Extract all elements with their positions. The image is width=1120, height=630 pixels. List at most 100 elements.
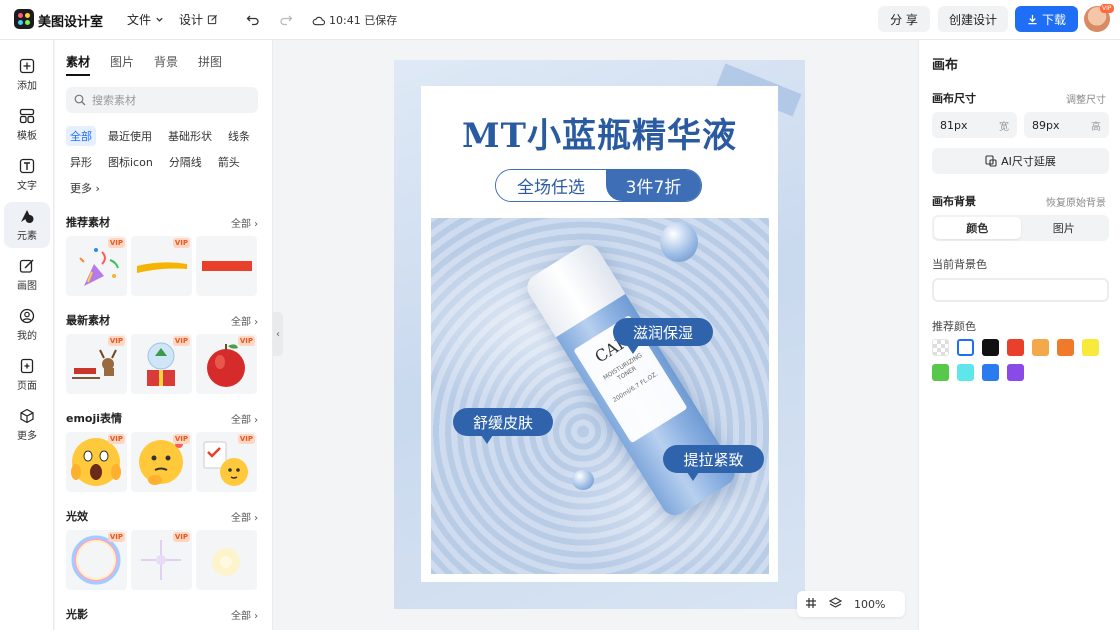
tab-collage[interactable]: 拼图	[198, 53, 222, 76]
section-all-label: 全部	[231, 219, 251, 230]
swatch-cyan[interactable]	[957, 364, 974, 381]
section-title-light-shadow: 光影	[66, 608, 88, 621]
grid-icon[interactable]	[805, 597, 817, 612]
swatch-orange[interactable]	[1057, 339, 1074, 356]
save-status: 10:41 已保存	[312, 12, 397, 28]
resize-link[interactable]: 调整尺寸	[1066, 91, 1106, 106]
material-thumb-red-bar[interactable]	[196, 236, 257, 296]
current-bg-color-swatch[interactable]	[932, 278, 1109, 302]
rail-item-templates[interactable]: 模板	[4, 102, 50, 148]
edit-icon	[207, 14, 218, 25]
section-all-link[interactable]: 全部 ›	[231, 509, 258, 524]
redo-icon[interactable]	[276, 10, 296, 30]
chip-more[interactable]: 更多 ›	[66, 178, 104, 198]
rail-item-mine[interactable]: 我的	[4, 302, 50, 348]
search-placeholder: 搜索素材	[92, 94, 136, 107]
section-all-link[interactable]: 全部 ›	[231, 411, 258, 426]
material-thumb-brush-stroke[interactable]: VIP	[131, 236, 192, 296]
restore-bg-link[interactable]: 恢复原始背景	[1046, 194, 1106, 209]
rail-item-elements[interactable]: 元素	[4, 202, 50, 248]
material-thumb-party-popper[interactable]: VIP	[66, 236, 127, 296]
material-thumb-sparkle[interactable]: VIP	[131, 530, 192, 590]
section-all-link[interactable]: 全部 ›	[231, 607, 258, 622]
rail-item-add[interactable]: 添加	[4, 52, 50, 98]
save-status-text: 10:41 已保存	[329, 14, 398, 27]
zoom-level[interactable]: 100%	[854, 598, 885, 611]
cube-icon	[19, 408, 35, 424]
rail-item-more[interactable]: 更多	[4, 402, 50, 448]
chip-basic-shapes[interactable]: 基础形状	[164, 126, 216, 146]
material-thumb-red-apple[interactable]: VIP	[196, 334, 257, 394]
callout-bubble-moisturize[interactable]: 滋润保湿	[613, 318, 713, 354]
create-design-button[interactable]: 创建设计	[938, 6, 1008, 32]
width-field[interactable]: 81px 宽	[932, 112, 1017, 138]
chip-all[interactable]: 全部	[66, 126, 96, 146]
swatch-light-orange[interactable]	[1032, 339, 1049, 356]
swatch-purple[interactable]	[1007, 364, 1024, 381]
vip-badge: VIP	[172, 532, 190, 542]
app-title[interactable]: 美图设计室	[38, 11, 103, 30]
rail-item-text[interactable]: 文字	[4, 152, 50, 198]
chip-more-label: 更多	[70, 182, 92, 195]
recommended-colors-label: 推荐颜色	[932, 320, 976, 333]
tab-color[interactable]: 颜色	[934, 217, 1021, 239]
material-thumb-thinking-emoji[interactable]: VIP	[131, 432, 192, 492]
callout-bubble-soothe[interactable]: 舒缓皮肤	[453, 408, 553, 444]
material-thumb-reindeer-sleigh[interactable]: VIP	[66, 334, 127, 394]
app-logo-icon[interactable]	[14, 9, 34, 29]
rail-item-pages[interactable]: 页面	[4, 352, 50, 398]
material-thumb-snow-globe-gift[interactable]: VIP	[131, 334, 192, 394]
file-menu-button[interactable]: 文件	[127, 11, 164, 28]
panel-tabs: 素材 图片 背景 拼图	[66, 53, 222, 76]
rail-label: 元素	[17, 231, 37, 242]
water-drop	[572, 470, 594, 490]
poster-title[interactable]: MT小蓝瓶精华液	[421, 108, 778, 157]
ai-resize-label: AI尺寸延展	[1001, 155, 1056, 168]
tab-backgrounds[interactable]: 背景	[154, 53, 178, 76]
material-thumb-bubble-ring[interactable]: VIP	[66, 530, 127, 590]
swatch-black[interactable]	[982, 339, 999, 356]
swatch-yellow[interactable]	[1082, 339, 1099, 356]
download-icon	[1028, 14, 1037, 24]
rail-item-draw[interactable]: 画图	[4, 252, 50, 298]
promo-pill-left: 全场任选	[496, 170, 606, 201]
section-all-link[interactable]: 全部 ›	[231, 313, 258, 328]
search-input[interactable]: 搜索素材	[66, 87, 258, 113]
chip-dividers[interactable]: 分隔线	[165, 152, 206, 172]
chip-lines[interactable]: 线条	[224, 126, 254, 146]
callout-bubble-firming[interactable]: 提拉紧致	[663, 445, 764, 481]
promo-pill-right: 3件7折	[606, 170, 701, 201]
ai-resize-button[interactable]: AI尺寸延展	[932, 148, 1109, 174]
chip-recent[interactable]: 最近使用	[104, 126, 156, 146]
section-all-label: 全部	[231, 317, 251, 328]
chip-irregular[interactable]: 异形	[66, 152, 96, 172]
vip-badge: VIP	[237, 336, 255, 346]
chip-icons[interactable]: 图标icon	[104, 152, 157, 172]
undo-icon[interactable]	[243, 10, 263, 30]
chip-arrows[interactable]: 箭头	[214, 152, 244, 172]
share-button[interactable]: 分 享	[878, 6, 930, 32]
text-icon	[19, 158, 35, 174]
layers-icon[interactable]	[828, 596, 843, 612]
section-all-link[interactable]: 全部 ›	[231, 215, 258, 230]
swatch-red[interactable]	[1007, 339, 1024, 356]
download-button[interactable]: 下载	[1015, 6, 1078, 32]
plus-square-icon	[19, 58, 35, 74]
design-menu-button[interactable]: 设计	[179, 11, 218, 28]
vip-badge: VIP	[107, 532, 125, 542]
swatch-green[interactable]	[932, 364, 949, 381]
tab-image[interactable]: 图片	[1021, 217, 1108, 239]
swatch-blue[interactable]	[982, 364, 999, 381]
height-field[interactable]: 89px 高	[1024, 112, 1109, 138]
collapse-panel-button[interactable]: ‹	[273, 312, 283, 356]
material-thumb-glow[interactable]	[196, 530, 257, 590]
promo-pill[interactable]: 全场任选 3件7折	[495, 169, 702, 202]
tab-materials[interactable]: 素材	[66, 53, 91, 76]
water-drop	[660, 222, 698, 262]
swatch-white[interactable]	[957, 339, 974, 356]
material-thumb-checklist-emoji[interactable]: VIP	[196, 432, 257, 492]
material-thumb-scared-emoji[interactable]: VIP	[66, 432, 127, 492]
swatch-transparent[interactable]	[932, 339, 949, 356]
vip-badge: VIP	[172, 238, 190, 248]
tab-images[interactable]: 图片	[110, 53, 134, 76]
